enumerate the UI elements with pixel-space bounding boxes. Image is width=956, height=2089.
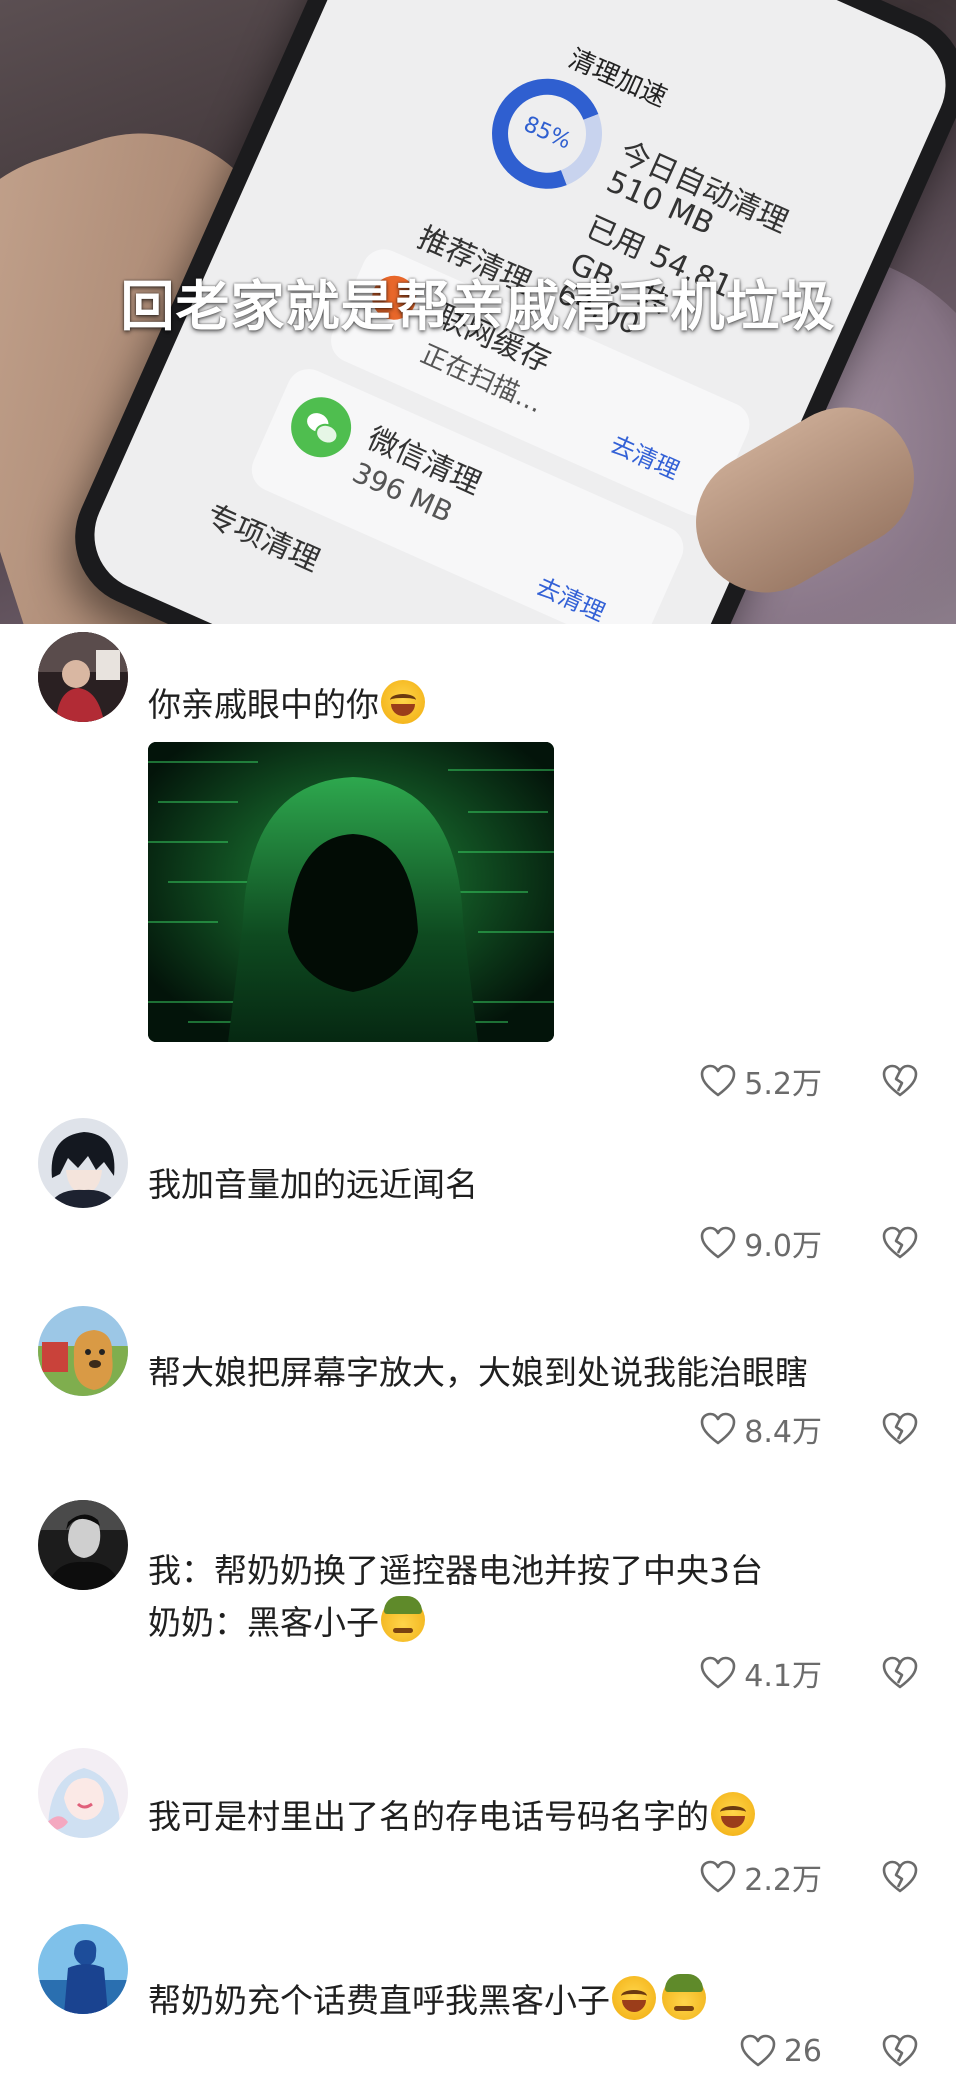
avatar[interactable] — [38, 632, 128, 722]
like-button[interactable]: 4.1万 — [698, 1651, 822, 1695]
soldier-emoji — [381, 1596, 425, 1642]
like-count: 8.4万 — [744, 1415, 822, 1450]
like-button[interactable]: 2.2万 — [698, 1855, 822, 1899]
avatar-image — [38, 1118, 128, 1208]
comment-actions: 2.2万 — [698, 1852, 920, 1902]
broken-heart-icon[interactable] — [880, 1409, 920, 1449]
wechat-icon — [281, 387, 361, 467]
go-clean-button: 去清理 — [606, 430, 684, 485]
avatar[interactable] — [38, 1748, 128, 1838]
broken-heart-icon[interactable] — [880, 2031, 920, 2071]
broken-heart-icon[interactable] — [880, 1223, 920, 1263]
comment-body: 奶奶：黑客小子 — [148, 1603, 379, 1642]
like-button[interactable]: 8.4万 — [698, 1407, 822, 1451]
comment-item: 我加音量加的远近闻名 9.0万 — [0, 1118, 956, 1268]
comment-text: 帮大娘把屏幕字放大，大娘到处说我能治眼瞎 — [148, 1353, 808, 1392]
avatar-image — [38, 1500, 128, 1590]
comment-actions: 4.1万 — [698, 1648, 920, 1698]
soldier-emoji — [662, 1974, 706, 2020]
comment-text: 你亲戚眼中的你 — [148, 680, 425, 728]
comment-item: 帮奶奶充个话费直呼我黑客小子 26 — [0, 1924, 956, 2084]
laugh-cry-emoji — [381, 680, 425, 724]
comment-body: 帮奶奶充个话费直呼我黑客小子 — [148, 1981, 610, 2020]
comment-actions: 8.4万 — [698, 1404, 920, 1454]
like-button[interactable]: 9.0万 — [698, 1221, 822, 1265]
avatar[interactable] — [38, 1118, 128, 1208]
comment-item: 帮大娘把屏幕字放大，大娘到处说我能治眼瞎 8.4万 — [0, 1306, 956, 1456]
comment-item: 我可是村里出了名的存电话号码名字的 2.2万 — [0, 1748, 956, 1898]
hacker-image — [148, 742, 554, 1042]
like-count: 26 — [783, 2033, 822, 2069]
comment-body: 你亲戚眼中的你 — [148, 685, 379, 724]
avatar-image — [38, 632, 128, 722]
comment-text: 我加音量加的远近闻名 — [148, 1165, 478, 1204]
go-clean-button-2: 去清理 — [531, 572, 610, 624]
like-button[interactable]: 5.2万 — [698, 1059, 822, 1103]
heart-outline-icon — [700, 1226, 736, 1259]
comment-image[interactable] — [148, 742, 554, 1042]
comment-text-line-1: 我：帮奶奶换了遥控器电池并按了中央3台 — [148, 1551, 763, 1590]
heart-outline-icon — [700, 1064, 736, 1097]
comment-actions: 9.0万 — [698, 1218, 920, 1268]
like-count: 2.2万 — [744, 1863, 822, 1898]
broken-heart-icon[interactable] — [880, 1061, 920, 1101]
comment-text: 帮奶奶充个话费直呼我黑客小子 — [148, 1974, 706, 2024]
like-button[interactable]: 26 — [738, 2031, 822, 2071]
video-frame[interactable]: 清理加速 85% 今日自动清理 510 MB 已用 54.81 GB，共 64.… — [0, 0, 956, 624]
heart-outline-icon — [700, 1412, 736, 1445]
comment-actions: 26 — [738, 2026, 920, 2076]
like-count: 9.0万 — [744, 1229, 822, 1264]
comment-body: 我可是村里出了名的存电话号码名字的 — [148, 1797, 709, 1836]
comment-actions: 5.2万 — [698, 1056, 920, 1106]
heart-outline-icon — [700, 1656, 736, 1689]
heart-outline-icon — [740, 2034, 776, 2067]
comment-text-line-2: 奶奶：黑客小子 — [148, 1596, 425, 1646]
avatar[interactable] — [38, 1500, 128, 1590]
avatar-image — [38, 1924, 128, 2014]
laugh-cry-emoji — [612, 1976, 656, 2020]
broken-heart-icon[interactable] — [880, 1857, 920, 1897]
avatar-image — [38, 1306, 128, 1396]
comment-item: 我：帮奶奶换了遥控器电池并按了中央3台 奶奶：黑客小子 4.1万 — [0, 1500, 956, 1700]
like-count: 5.2万 — [744, 1067, 822, 1102]
broken-heart-icon[interactable] — [880, 1653, 920, 1693]
like-count: 4.1万 — [744, 1659, 822, 1694]
avatar[interactable] — [38, 1306, 128, 1396]
comment-item: 你亲戚眼中的你 5.2万 — [0, 632, 956, 1102]
laugh-cry-emoji — [711, 1792, 755, 1836]
avatar-image — [38, 1748, 128, 1838]
comment-text: 我可是村里出了名的存电话号码名字的 — [148, 1792, 755, 1840]
video-caption: 回老家就是帮亲戚清手机垃圾 — [120, 275, 836, 338]
avatar[interactable] — [38, 1924, 128, 2014]
storage-percent: 85% — [519, 111, 575, 155]
heart-outline-icon — [700, 1860, 736, 1893]
